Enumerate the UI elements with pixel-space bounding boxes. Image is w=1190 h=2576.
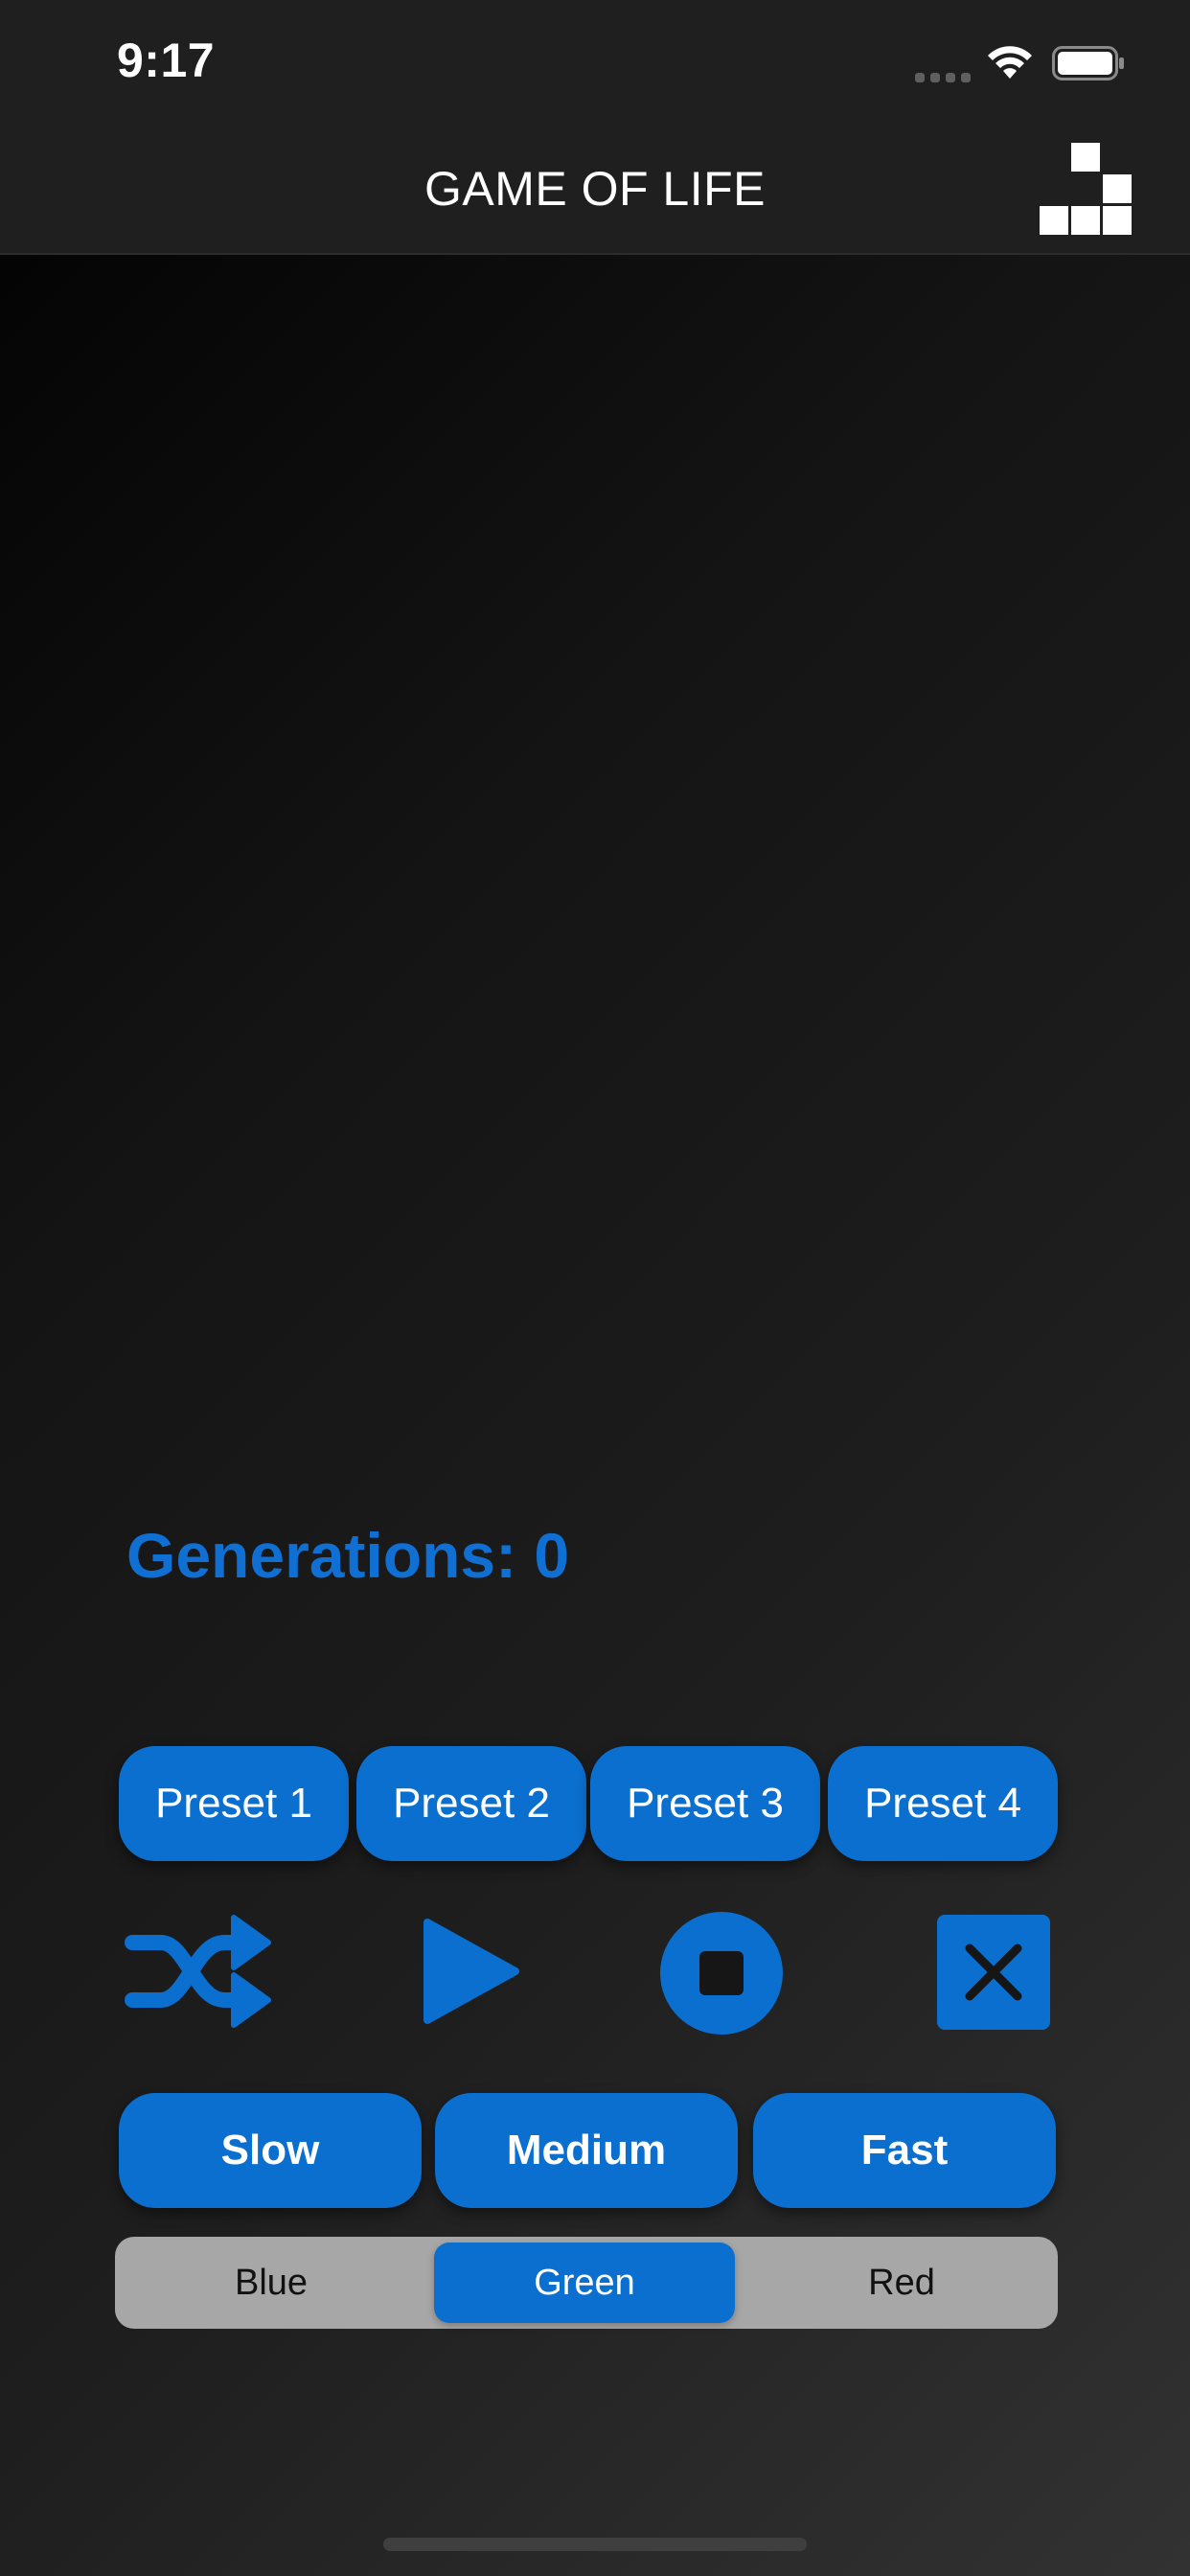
speed-fast-button[interactable]: Fast bbox=[753, 2093, 1056, 2208]
preset-4-button[interactable]: Preset 4 bbox=[828, 1746, 1058, 1861]
clear-x-icon bbox=[937, 1915, 1050, 2030]
play-button[interactable] bbox=[422, 1917, 521, 2026]
color-segmented-control: Blue Green Red bbox=[115, 2237, 1058, 2329]
segment-green[interactable]: Green bbox=[434, 2242, 735, 2323]
home-indicator bbox=[383, 2538, 807, 2551]
battery-icon bbox=[1052, 46, 1124, 80]
preset-3-button[interactable]: Preset 3 bbox=[590, 1746, 820, 1861]
preset-1-button[interactable]: Preset 1 bbox=[119, 1746, 349, 1861]
status-time: 9:17 bbox=[117, 34, 216, 87]
speed-slow-button[interactable]: Slow bbox=[119, 2093, 422, 2208]
top-bar: 9:17 GAME OF LIFE bbox=[0, 0, 1190, 255]
speed-medium-button[interactable]: Medium bbox=[435, 2093, 738, 2208]
page-title: GAME OF LIFE bbox=[423, 162, 767, 216]
preset-2-button[interactable]: Preset 2 bbox=[356, 1746, 586, 1861]
shuffle-button[interactable] bbox=[125, 1912, 272, 2031]
segment-red[interactable]: Red bbox=[751, 2242, 1052, 2323]
wifi-icon bbox=[988, 46, 1032, 79]
stop-icon bbox=[660, 1912, 783, 2035]
clear-button[interactable] bbox=[937, 1915, 1050, 2030]
play-icon bbox=[423, 1919, 519, 2024]
glider-pattern-icon[interactable] bbox=[1039, 142, 1134, 236]
preset-buttons: Preset 1 Preset 2 Preset 3 Preset 4 bbox=[119, 1746, 1058, 1861]
speed-buttons: Slow Medium Fast bbox=[119, 2093, 1056, 2208]
shuffle-icon bbox=[125, 1915, 271, 2028]
stop-button[interactable] bbox=[659, 1911, 784, 2036]
segment-blue[interactable]: Blue bbox=[121, 2242, 422, 2323]
generations-counter: Generations: 0 bbox=[126, 1520, 570, 1591]
cellular-signal-icon bbox=[915, 73, 971, 82]
